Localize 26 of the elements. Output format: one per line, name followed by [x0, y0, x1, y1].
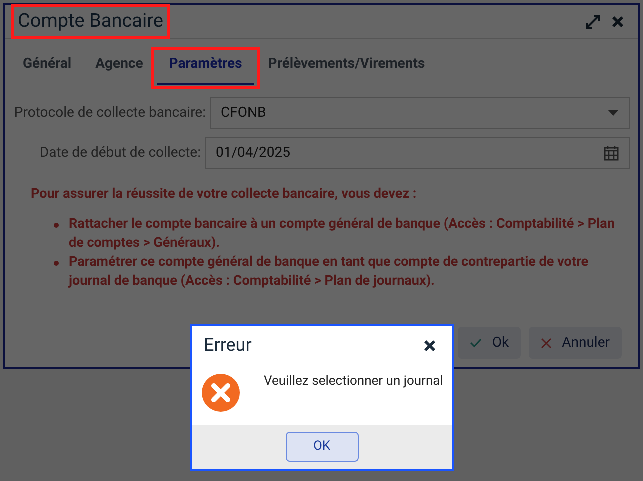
- bullet-icon: [54, 261, 59, 266]
- close-icon: [541, 338, 552, 348]
- warning-item: Rattacher le compte bancaire à un compte général de banque (Accès : Comptabilité > Plan de comptes > Généraux).: [69, 215, 616, 253]
- cancel-button[interactable]: Annuler: [529, 327, 622, 359]
- caret-icon: [608, 110, 619, 116]
- error-message: Veuillez selectionner un journal: [264, 373, 444, 391]
- ok-button[interactable]: OK: [286, 432, 358, 462]
- calendar-icon: [604, 146, 619, 160]
- field-label: Date de début de collecte:: [38, 144, 202, 162]
- ok-button[interactable]: Ok: [458, 327, 522, 359]
- error-icon: [202, 374, 240, 412]
- tab[interactable]: Agence: [86, 54, 154, 85]
- field-label: Protocole de collecte bancaire:: [13, 104, 207, 122]
- tab[interactable]: Général: [13, 54, 82, 85]
- window-title: Compte Bancaire: [11, 4, 170, 39]
- date-field[interactable]: 01/04/2025: [205, 137, 630, 169]
- warning-text: Pour assurer la réussite de votre collecte bancaire, vous devez :: [31, 185, 418, 204]
- check-icon: [470, 338, 482, 348]
- dialog-title: Erreur: [204, 334, 252, 358]
- expand-icon[interactable]: [586, 14, 600, 28]
- bullet-icon: [54, 223, 59, 228]
- tab[interactable]: Paramètres: [157, 54, 254, 85]
- close-icon[interactable]: [424, 340, 436, 352]
- tab[interactable]: Prélèvements/Virements: [258, 54, 436, 85]
- warning-item: Paramétrer ce compte général de banque en tant que compte de contrepartie de votre journal de banque (Accès : Comptabilité > Plan de journaux).: [69, 253, 590, 291]
- protocol-select[interactable]: CFONB: [210, 97, 630, 129]
